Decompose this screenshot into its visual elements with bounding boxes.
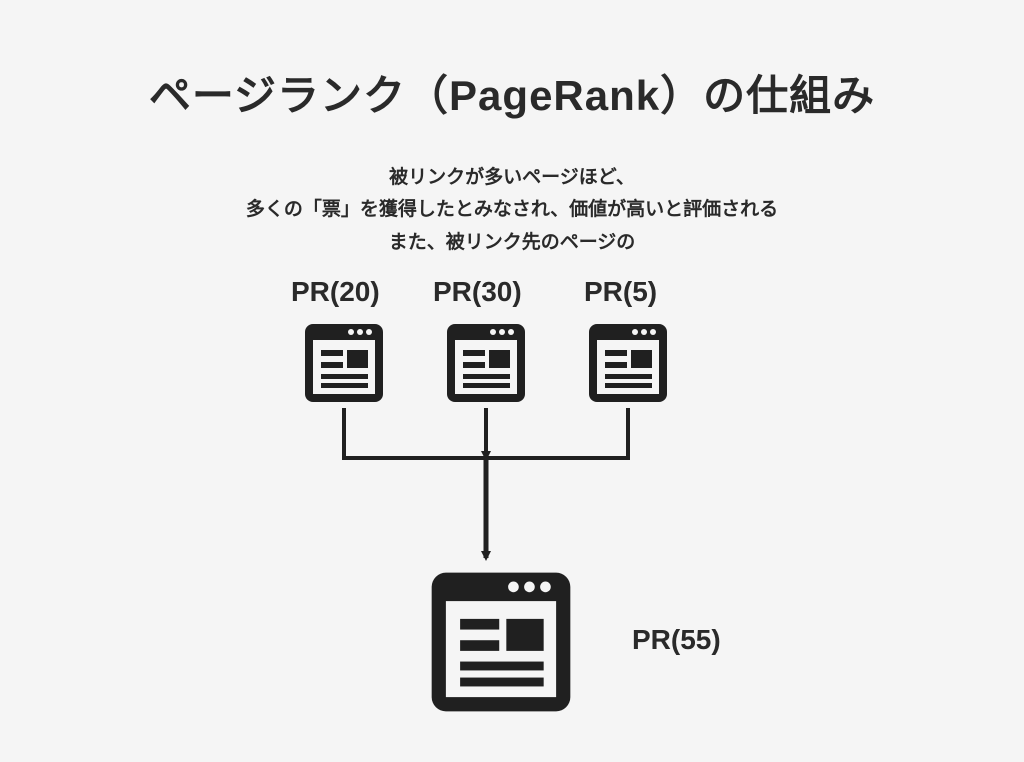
flow-arrows-icon	[0, 0, 1024, 762]
